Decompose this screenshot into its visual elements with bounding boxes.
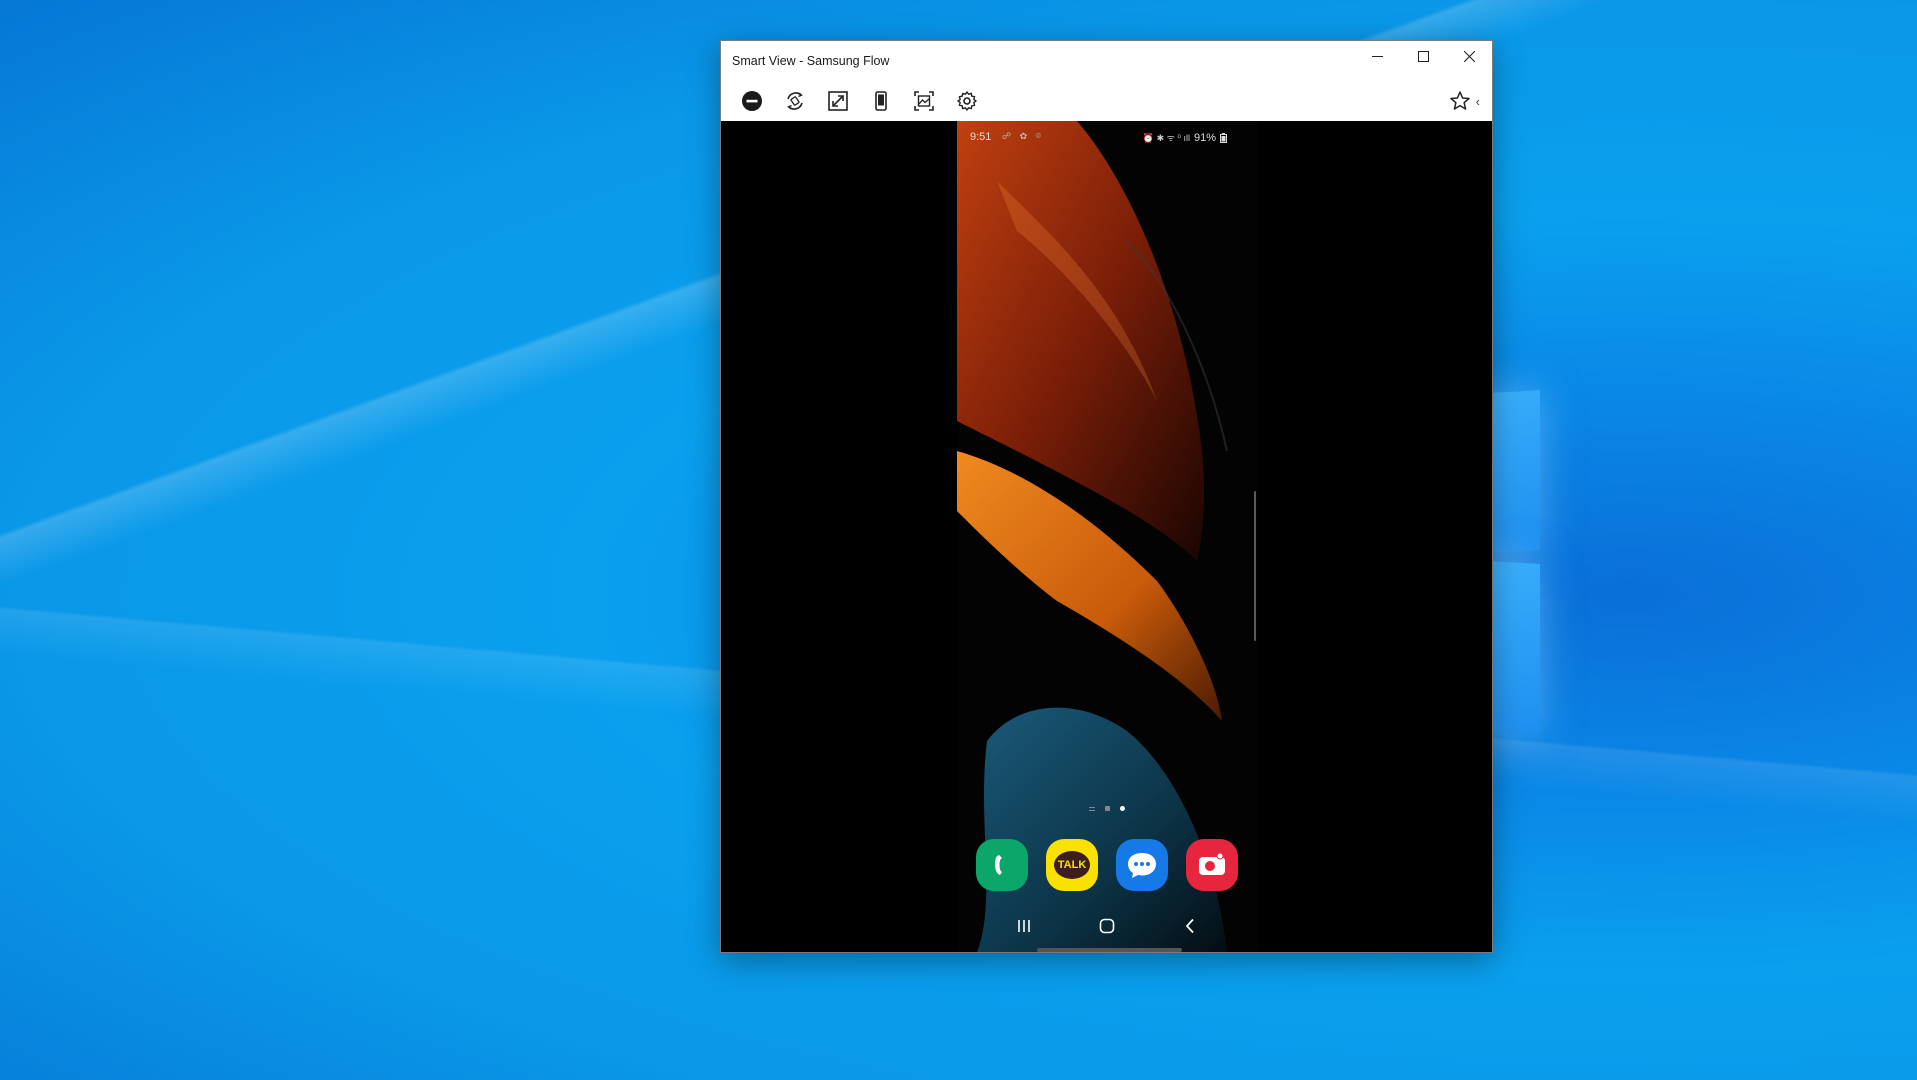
close-icon	[1463, 50, 1475, 62]
gesture-bar	[1037, 948, 1182, 952]
rotate-icon	[787, 92, 803, 110]
recents-icon	[1018, 920, 1030, 932]
window-title: Smart View - Samsung Flow	[732, 54, 890, 68]
camera-icon	[1199, 852, 1225, 875]
phone-icon	[995, 855, 1002, 875]
phone-fit-button[interactable]	[867, 87, 895, 115]
battery-percent: 91%	[1193, 131, 1216, 144]
messages-icon	[1128, 853, 1156, 878]
window-controls	[1354, 41, 1492, 71]
page-indicator	[957, 806, 1257, 811]
collapse-icon[interactable]: ‹	[1476, 94, 1480, 109]
nav-bar	[957, 911, 1257, 941]
home-icon	[1099, 918, 1115, 934]
messages-app[interactable]	[1116, 839, 1168, 891]
battery-icon	[1220, 132, 1227, 143]
talk-icon: TALK	[1054, 851, 1090, 879]
system-status-icons: ⏰ ✱ ᯤ ⁰ ıll	[1142, 133, 1190, 143]
favorite-button[interactable]	[1446, 87, 1474, 115]
status-right: ⏰ ✱ ᯤ ⁰ ıll 91%	[1143, 131, 1227, 144]
wallpaper	[957, 121, 1257, 952]
favorite-controls: ‹	[1446, 87, 1480, 115]
recents-button[interactable]	[1012, 914, 1036, 938]
app-dock: TALK	[957, 839, 1257, 891]
mirrored-screen[interactable]: 9:51 ☍ ✿ ⌾ ⏰ ✱ ᯤ ⁰ ıll 91% TALK	[721, 121, 1492, 952]
resize-icon	[828, 91, 848, 111]
title-bar[interactable]: Smart View - Samsung Flow	[721, 41, 1492, 81]
back-button[interactable]	[1178, 914, 1202, 938]
settings-icon	[957, 91, 977, 111]
toolbar: ‹	[721, 81, 1492, 121]
kakaotalk-app[interactable]: TALK	[1046, 839, 1098, 891]
phone-display[interactable]: 9:51 ☍ ✿ ⌾ ⏰ ✱ ᯤ ⁰ ıll 91% TALK	[957, 121, 1257, 952]
page-dot-active[interactable]	[1120, 806, 1125, 811]
minimize-button[interactable]	[1354, 41, 1400, 71]
status-time: 9:51	[970, 131, 992, 143]
home-button[interactable]	[1095, 914, 1119, 938]
resize-button[interactable]	[824, 87, 852, 115]
page-dot[interactable]	[1089, 806, 1095, 811]
phone-app[interactable]	[976, 839, 1028, 891]
back-icon	[1185, 918, 1194, 934]
close-button[interactable]	[1446, 41, 1492, 71]
rotate-button[interactable]	[781, 87, 809, 115]
maximize-icon	[1417, 50, 1429, 62]
settings-button[interactable]	[953, 87, 981, 115]
disconnect-button[interactable]	[738, 87, 766, 115]
windows-logo	[1470, 380, 1770, 740]
star-icon	[1449, 91, 1470, 110]
screenshot-button[interactable]	[910, 87, 938, 115]
page-dot[interactable]	[1105, 806, 1110, 811]
smart-view-window: Smart View - Samsung Flow ‹ 9:51 ☍ ✿ ⌾ ⏰…	[720, 40, 1493, 953]
edge-panel-handle[interactable]	[1254, 491, 1256, 641]
screenshot-icon	[914, 91, 934, 111]
notification-icons: ☍ ✿ ⌾	[1002, 131, 1045, 141]
phone-fit-icon	[875, 91, 887, 111]
maximize-button[interactable]	[1400, 41, 1446, 71]
camera-app[interactable]	[1186, 839, 1238, 891]
minimize-icon	[1371, 55, 1383, 57]
disconnect-icon	[742, 91, 762, 111]
status-bar: 9:51 ☍ ✿ ⌾ ⏰ ✱ ᯤ ⁰ ıll 91%	[957, 131, 1257, 147]
